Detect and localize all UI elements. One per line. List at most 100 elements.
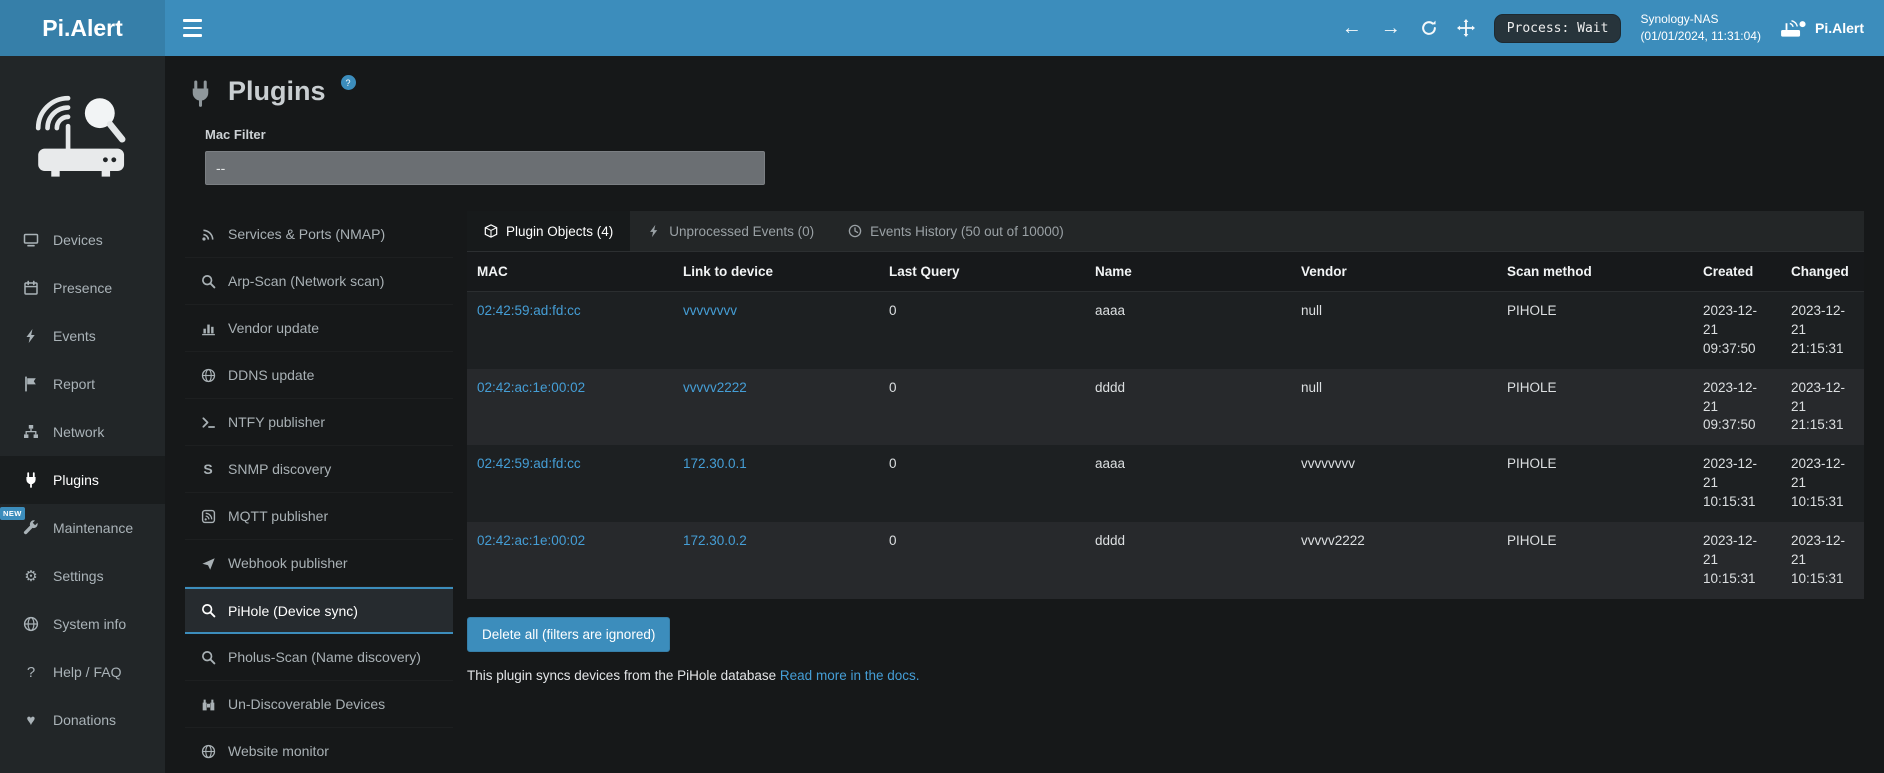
plugin-item-webhook[interactable]: Webhook publisher (185, 540, 453, 587)
plugin-description: This plugin syncs devices from the PiHol… (467, 668, 1864, 683)
device-link[interactable]: vvvvv2222 (683, 380, 747, 395)
cell-scan-method: PIHOLE (1497, 522, 1693, 599)
sidebar-item-label: Presence (53, 280, 112, 296)
refresh-icon[interactable] (1420, 19, 1438, 37)
move-icon[interactable] (1457, 19, 1475, 37)
wrench-icon (22, 520, 40, 536)
plugin-item-arpscan[interactable]: Arp-Scan (Network scan) (185, 258, 453, 305)
tab-unprocessed-events[interactable]: Unprocessed Events (0) (630, 211, 831, 251)
tab-events-history[interactable]: Events History (50 out of 10000) (831, 211, 1081, 251)
search-icon (199, 274, 217, 289)
col-last-query: Last Query (879, 252, 1085, 292)
plug-icon (187, 76, 214, 107)
mac-filter-label: Mac Filter (205, 127, 1864, 142)
cell-vendor: vvvvvvvv (1291, 445, 1497, 522)
signal-icon (199, 227, 217, 242)
plugin-item-ntfy[interactable]: NTFY publisher (185, 399, 453, 446)
sidebar-item-system-info[interactable]: System info (0, 600, 165, 648)
chart-bar-icon (199, 321, 217, 336)
sidebar-item-label: Plugins (53, 472, 99, 488)
plugin-item-pihole[interactable]: PiHole (Device sync) (185, 587, 453, 634)
cell-scan-method: PIHOLE (1497, 369, 1693, 446)
sidebar-item-label: Devices (53, 232, 103, 248)
sidebar-item-help-faq[interactable]: ? Help / FAQ (0, 648, 165, 696)
docs-link[interactable]: Read more in the docs. (780, 668, 920, 683)
mac-link[interactable]: 02:42:59:ad:fd:cc (477, 456, 581, 471)
mac-filter: Mac Filter (205, 127, 1864, 185)
sidebar-item-settings[interactable]: ⚙ Settings (0, 552, 165, 600)
cell-name: aaaa (1085, 445, 1291, 522)
calendar-icon (22, 280, 40, 296)
brand-logo[interactable]: Pi.Alert (0, 0, 165, 56)
plugin-item-label: Webhook publisher (228, 555, 348, 571)
plugin-item-pholus[interactable]: Pholus-Scan (Name discovery) (185, 634, 453, 681)
mac-link[interactable]: 02:42:59:ad:fd:cc (477, 303, 581, 318)
top-header: Pi.Alert ← → Process: Wait Synology-NAS … (0, 0, 1884, 56)
mac-link[interactable]: 02:42:ac:1e:00:02 (477, 533, 585, 548)
tab-label: Unprocessed Events (0) (669, 224, 814, 239)
plugin-item-label: MQTT publisher (228, 508, 328, 524)
plugin-item-label: Pholus-Scan (Name discovery) (228, 649, 421, 665)
sidebar-item-report[interactable]: Report (0, 360, 165, 408)
back-arrow-icon[interactable]: ← (1342, 18, 1362, 38)
sidebar-item-maintenance[interactable]: NEW Maintenance (0, 504, 165, 552)
app-logo (0, 56, 165, 216)
plugin-item-label: PiHole (Device sync) (228, 603, 358, 619)
mac-filter-input[interactable] (205, 151, 765, 185)
cell-vendor: null (1291, 292, 1497, 369)
cell-last-query: 0 (879, 369, 1085, 446)
user-menu[interactable]: Pi.Alert (1780, 18, 1864, 38)
terminal-icon (199, 415, 217, 430)
binoculars-icon (199, 697, 217, 712)
cell-name: aaaa (1085, 292, 1291, 369)
page-header: Plugins ? (187, 76, 1864, 107)
monitor-icon (22, 232, 40, 248)
sidebar-item-network[interactable]: Network (0, 408, 165, 456)
sidebar-item-presence[interactable]: Presence (0, 264, 165, 312)
letter-s-icon: S (199, 462, 217, 476)
sidebar-item-plugins[interactable]: Plugins (0, 456, 165, 504)
bolt-icon (647, 224, 661, 238)
sidebar-item-events[interactable]: Events (0, 312, 165, 360)
sidebar-item-label: Network (53, 424, 104, 440)
plugins-help-badge[interactable]: ? (341, 75, 356, 90)
device-link[interactable]: 172.30.0.2 (683, 533, 747, 548)
sidebar-item-donations[interactable]: ♥ Donations (0, 696, 165, 744)
plugin-item-vendor-update[interactable]: Vendor update (185, 305, 453, 352)
paper-plane-icon (199, 556, 217, 571)
plugin-objects-table: MAC Link to device Last Query Name Vendo… (467, 252, 1864, 599)
globe-icon (22, 616, 40, 632)
plugin-item-ddns-update[interactable]: DDNS update (185, 352, 453, 399)
plugin-item-label: NTFY publisher (228, 414, 325, 430)
plugin-item-label: DDNS update (228, 367, 314, 383)
cube-icon (484, 224, 498, 238)
plugin-description-text: This plugin syncs devices from the PiHol… (467, 668, 776, 683)
device-link[interactable]: 172.30.0.1 (683, 456, 747, 471)
question-icon: ? (22, 665, 40, 680)
plugin-item-nmap[interactable]: Services & Ports (NMAP) (185, 211, 453, 258)
table-row: 02:42:ac:1e:00:02 vvvvv2222 0 dddd null … (467, 369, 1864, 446)
col-changed: Changed (1781, 252, 1864, 292)
plugin-item-undiscoverable[interactable]: Un-Discoverable Devices (185, 681, 453, 728)
user-name: Pi.Alert (1815, 20, 1864, 36)
menu-icon[interactable] (165, 0, 219, 56)
device-link[interactable]: vvvvvvvv (683, 303, 737, 318)
mac-link[interactable]: 02:42:ac:1e:00:02 (477, 380, 585, 395)
plugin-item-website-monitor[interactable]: Website monitor (185, 728, 453, 773)
tab-label: Plugin Objects (4) (506, 224, 613, 239)
cell-changed: 2023-12-21 21:15:31 (1781, 292, 1864, 369)
delete-all-button[interactable]: Delete all (filters are ignored) (467, 617, 670, 652)
sidebar-item-devices[interactable]: Devices (0, 216, 165, 264)
cell-last-query: 0 (879, 292, 1085, 369)
bolt-icon (22, 328, 40, 344)
col-mac: MAC (467, 252, 673, 292)
globe-icon (199, 368, 217, 383)
plugin-item-label: Un-Discoverable Devices (228, 696, 385, 712)
sidebar-item-label: Donations (53, 712, 116, 728)
plugin-item-mqtt[interactable]: MQTT publisher (185, 493, 453, 540)
forward-arrow-icon[interactable]: → (1381, 18, 1401, 38)
plugin-item-label: Services & Ports (NMAP) (228, 226, 385, 242)
plugin-menu: Services & Ports (NMAP) Arp-Scan (Networ… (185, 211, 453, 773)
tab-plugin-objects[interactable]: Plugin Objects (4) (467, 211, 630, 251)
plugin-item-snmp[interactable]: S SNMP discovery (185, 446, 453, 493)
